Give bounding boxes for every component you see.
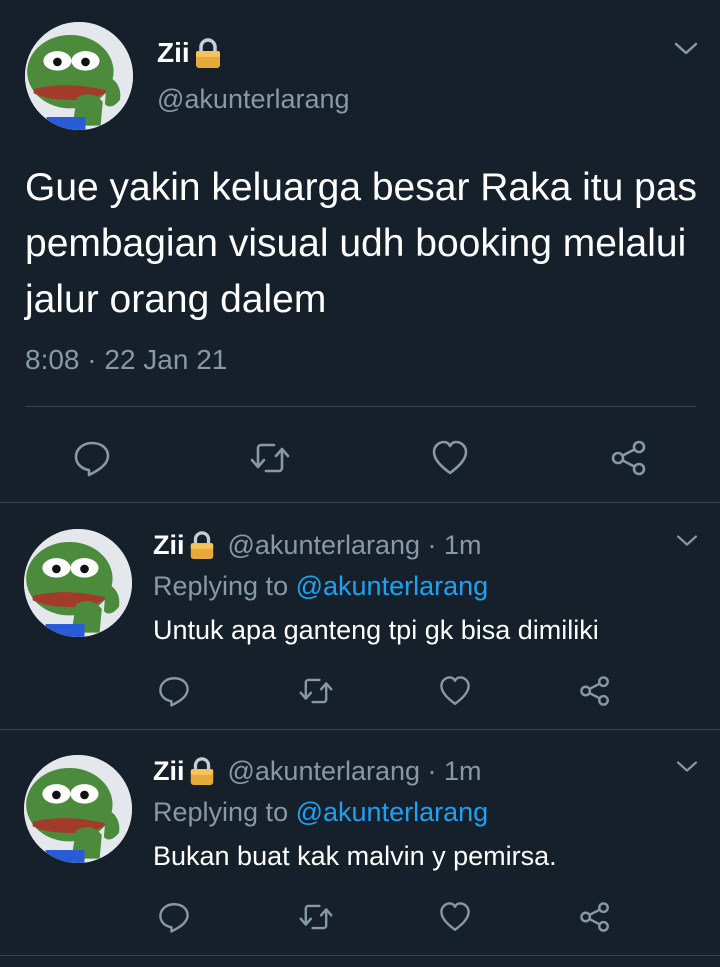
avatar[interactable] <box>25 22 133 130</box>
chevron-down-icon[interactable] <box>675 533 699 549</box>
reply-tweet[interactable]: Zii @akunterlarang · 1m Replying to @aku… <box>0 729 720 955</box>
share-button[interactable] <box>577 899 613 935</box>
author-row: Zii <box>157 34 223 72</box>
reply-icon <box>74 441 110 477</box>
reply-button[interactable] <box>156 673 192 709</box>
handle-and-time[interactable]: @akunterlarang · 1m <box>228 530 482 561</box>
author-name[interactable]: Zii <box>153 756 185 787</box>
share-icon <box>611 440 646 476</box>
author-name[interactable]: Zii <box>153 530 185 561</box>
like-icon <box>432 440 468 475</box>
reply-button[interactable] <box>70 436 114 480</box>
lock-icon <box>188 756 216 786</box>
tweet-actions <box>0 422 720 492</box>
like-icon <box>440 676 470 705</box>
replying-prefix: Replying to <box>153 797 289 827</box>
like-button[interactable] <box>437 673 473 709</box>
divider <box>25 406 696 407</box>
retweet-button[interactable] <box>248 436 292 480</box>
avatar-image <box>25 22 133 130</box>
author-name[interactable]: Zii <box>157 37 190 69</box>
lock-icon <box>193 37 223 69</box>
like-button[interactable] <box>428 436 472 480</box>
reply-button[interactable] <box>156 899 192 935</box>
handle-and-time[interactable]: @akunterlarang · 1m <box>228 756 482 787</box>
retweet-button[interactable] <box>296 899 336 935</box>
reply-tweet[interactable]: Zii @akunterlarang · 1m Replying to @aku… <box>0 503 720 729</box>
share-icon <box>580 676 609 706</box>
tweet-actions <box>0 663 720 723</box>
replying-to: Replying to @akunterlarang <box>153 797 488 828</box>
chevron-down-icon[interactable] <box>673 40 699 58</box>
main-tweet: Zii @akunterlarang Gue yakin keluarga be… <box>0 0 720 502</box>
like-icon <box>440 902 470 931</box>
author-handle[interactable]: @akunterlarang <box>157 84 350 115</box>
tweet-text: Gue yakin keluarga besar Raka itu pas pe… <box>25 166 698 321</box>
share-button[interactable] <box>607 436 651 480</box>
like-button[interactable] <box>437 899 473 935</box>
retweet-icon <box>299 678 333 704</box>
mention-link[interactable]: @akunterlarang <box>296 571 489 601</box>
reply-icon <box>159 903 189 933</box>
avatar[interactable] <box>24 529 132 637</box>
share-icon <box>580 902 609 932</box>
replying-to: Replying to @akunterlarang <box>153 571 488 602</box>
retweet-icon <box>299 904 333 930</box>
share-button[interactable] <box>577 673 613 709</box>
tweet-text: Bukan buat kak malvin y pemirsa. <box>153 841 557 871</box>
lock-icon <box>188 530 216 560</box>
avatar-image <box>24 529 132 637</box>
reply-icon <box>159 677 189 707</box>
mention-link[interactable]: @akunterlarang <box>296 797 489 827</box>
divider <box>0 955 720 956</box>
tweet-timestamp[interactable]: 8:08 · 22 Jan 21 <box>25 344 227 376</box>
retweet-button[interactable] <box>296 673 336 709</box>
avatar[interactable] <box>24 755 132 863</box>
replying-prefix: Replying to <box>153 571 289 601</box>
chevron-down-icon[interactable] <box>675 759 699 775</box>
tweet-actions <box>0 889 720 949</box>
reply-header: Zii @akunterlarang · 1m <box>153 751 482 791</box>
avatar-image <box>24 755 132 863</box>
reply-header: Zii @akunterlarang · 1m <box>153 525 482 565</box>
retweet-icon <box>250 443 290 473</box>
tweet-text: Untuk apa ganteng tpi gk bisa dimiliki <box>153 615 599 645</box>
